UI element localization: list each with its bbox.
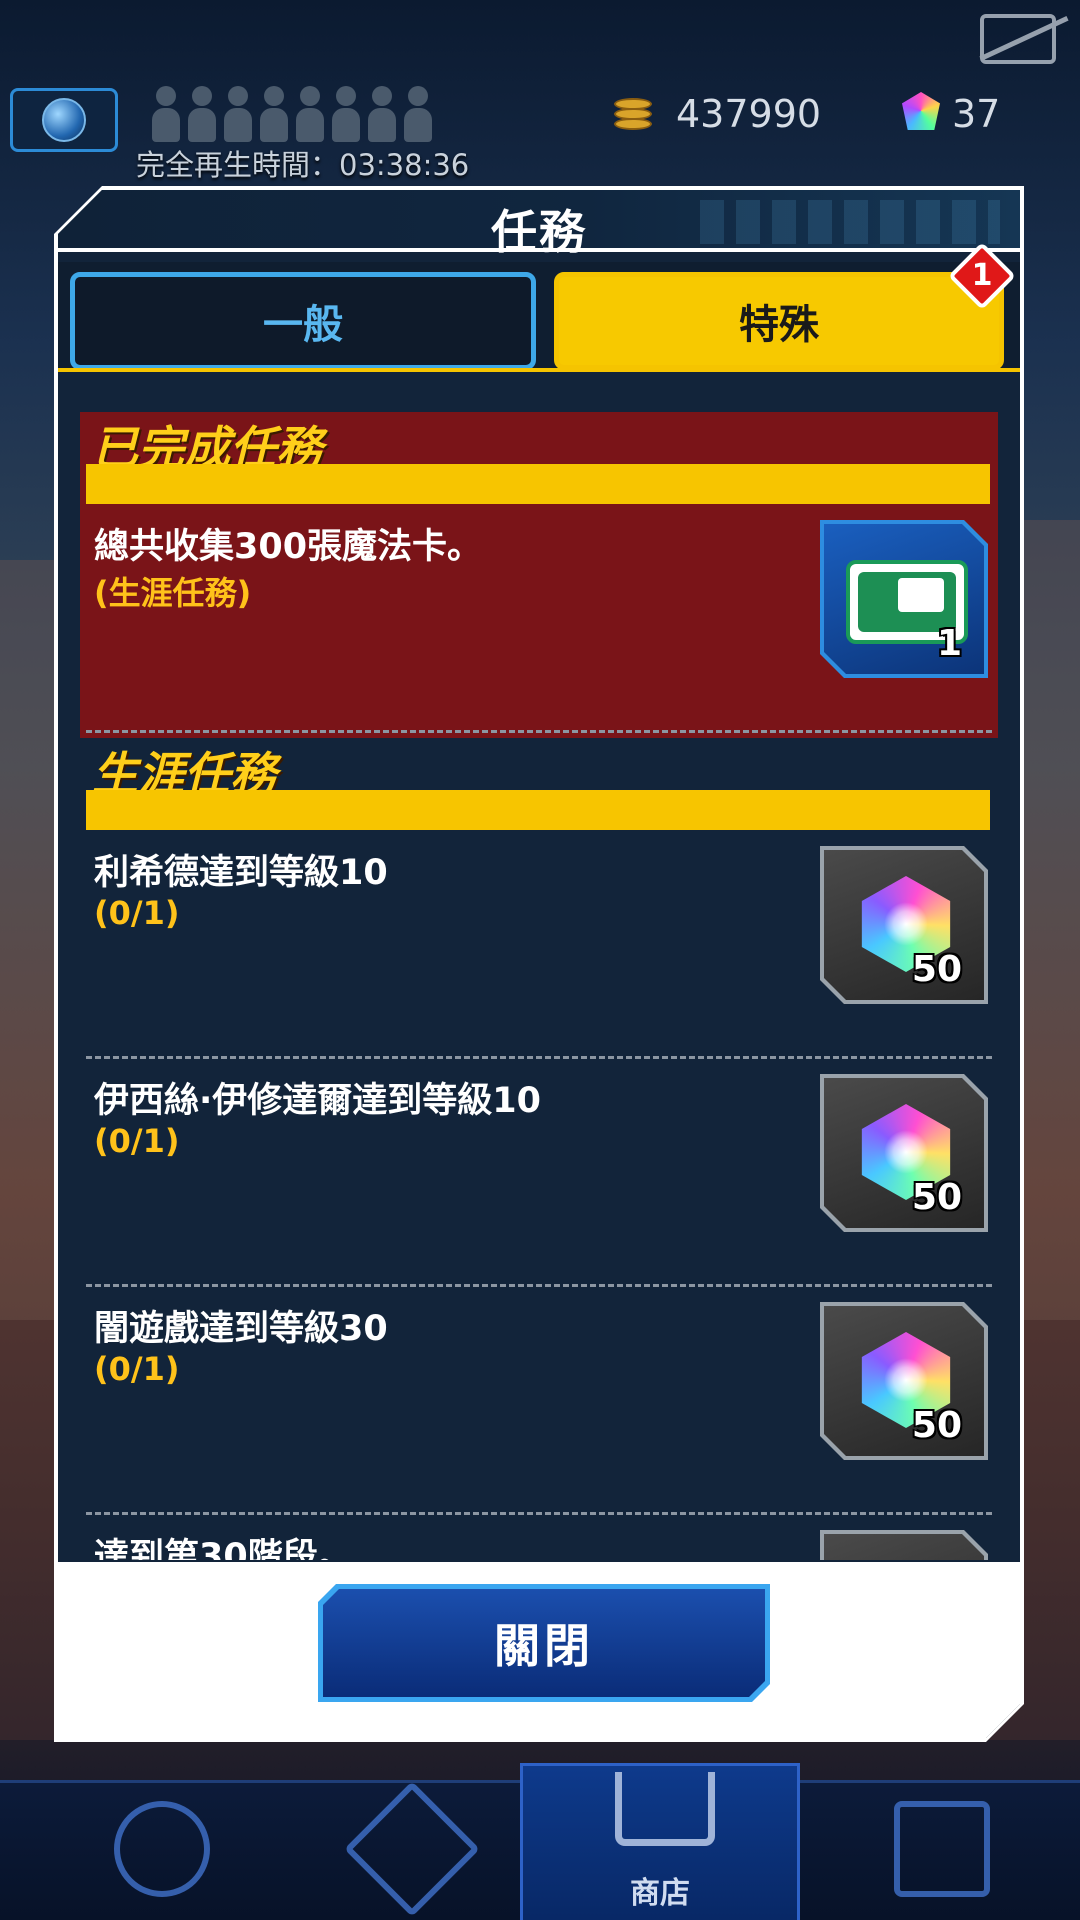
stamina-person-icon <box>368 86 396 142</box>
world-globe-button[interactable] <box>10 88 118 152</box>
tab-general[interactable]: 一般 <box>70 272 536 370</box>
reward-inner <box>824 1534 984 1560</box>
divider <box>86 730 992 733</box>
close-button[interactable]: 關閉 <box>318 1584 770 1702</box>
quest-title: 伊西絲·伊修達爾達到等級10 <box>94 1081 542 1121</box>
quest-item[interactable]: 伊西絲·伊修達爾達到等級10 (0/1) 50 <box>80 1058 998 1286</box>
gold-amount: 437990 <box>676 92 822 136</box>
stamina-person-icon <box>224 86 252 142</box>
regen-timer: 完全再生時間：03:38:36 <box>136 148 470 182</box>
nav-shop[interactable]: 商店 <box>520 1763 800 1920</box>
completed-section-header: 已完成任務 <box>80 412 998 504</box>
chat-hidden-icon[interactable] <box>980 14 1056 64</box>
reward-gems[interactable]: 50 <box>820 1074 988 1232</box>
tab-bar: 一般 特殊 <box>58 262 1020 372</box>
quest-item[interactable]: 利希德達到等級10 (0/1) 50 <box>80 830 998 1058</box>
dialog-footer: 關閉 <box>58 1562 1020 1738</box>
tab-special[interactable]: 特殊 <box>554 272 1004 370</box>
duelist-gear-icon <box>114 1801 210 1897</box>
reward-inner: 50 <box>824 1078 984 1228</box>
stamina-person-icon <box>332 86 360 142</box>
quest-item[interactable]: 闇遊戲達到等級30 (0/1) 50 <box>80 1286 998 1514</box>
section-strip <box>86 790 990 830</box>
nav-duelist[interactable] <box>70 1793 250 1913</box>
stamina-person-icon <box>296 86 324 142</box>
dialog-title: 任務 <box>491 205 587 259</box>
cards-icon <box>894 1801 990 1897</box>
nav-deck[interactable] <box>850 1793 1030 1913</box>
reward-card-pack[interactable]: 1 <box>820 520 988 678</box>
quest-title: 達到第30階段。 <box>94 1537 353 1560</box>
reward-inner: 50 <box>824 850 984 1000</box>
badge-count: 1 <box>971 258 993 293</box>
quest-title: 利希德達到等級10 <box>94 853 388 893</box>
stamina-person-icon <box>260 86 288 142</box>
globe-icon <box>42 98 86 142</box>
career-section-header: 生涯任務 <box>80 738 998 830</box>
reward-count: 50 <box>911 949 962 990</box>
bottom-nav: 商店 <box>0 1763 1080 1920</box>
reward-count: 50 <box>911 1177 962 1218</box>
reward-inner: 50 <box>824 1306 984 1456</box>
stamina-person-icon <box>404 86 432 142</box>
reward-gems[interactable] <box>820 1530 988 1560</box>
section-strip <box>86 464 990 504</box>
quest-title: 闇遊戲達到等級30 <box>94 1309 388 1349</box>
mission-dialog: 任務 一般 特殊 1 已完成任務 總共收集300張魔法卡。 (生涯任務) 1 生… <box>58 190 1020 1738</box>
close-button-label: 關閉 <box>323 1589 765 1697</box>
quest-progress: (0/1) <box>94 894 180 932</box>
gold-coin-icon <box>610 90 656 134</box>
nav-shop-label: 商店 <box>630 1876 690 1911</box>
background-building-right <box>1020 520 1080 1320</box>
crossed-swords-icon <box>344 1781 480 1917</box>
quest-subtitle: (生涯任務) <box>94 574 252 612</box>
duel-stamina-row <box>152 86 432 142</box>
shopping-cart-icon <box>615 1772 715 1846</box>
mission-list[interactable]: 已完成任務 總共收集300張魔法卡。 (生涯任務) 1 生涯任務 利希德達到等級… <box>80 412 998 1560</box>
quest-title: 總共收集300張魔法卡。 <box>94 527 483 567</box>
reward-gems[interactable]: 50 <box>820 1302 988 1460</box>
quest-progress: (0/1) <box>94 1350 180 1388</box>
dialog-title-bar: 任務 <box>58 190 1020 252</box>
reward-count: 1 <box>936 623 962 664</box>
gem-icon <box>902 92 940 130</box>
quest-progress: (0/1) <box>94 1122 180 1160</box>
stamina-person-icon <box>188 86 216 142</box>
reward-inner: 1 <box>824 524 984 674</box>
gem-amount: 37 <box>952 92 1001 136</box>
completed-quest-item[interactable]: 總共收集300張魔法卡。 (生涯任務) 1 <box>80 504 998 732</box>
reward-count: 50 <box>911 1405 962 1446</box>
stamina-person-icon <box>152 86 180 142</box>
nav-duel[interactable] <box>320 1781 500 1917</box>
quest-item[interactable]: 達到第30階段。 <box>80 1514 998 1560</box>
reward-gems[interactable]: 50 <box>820 846 988 1004</box>
